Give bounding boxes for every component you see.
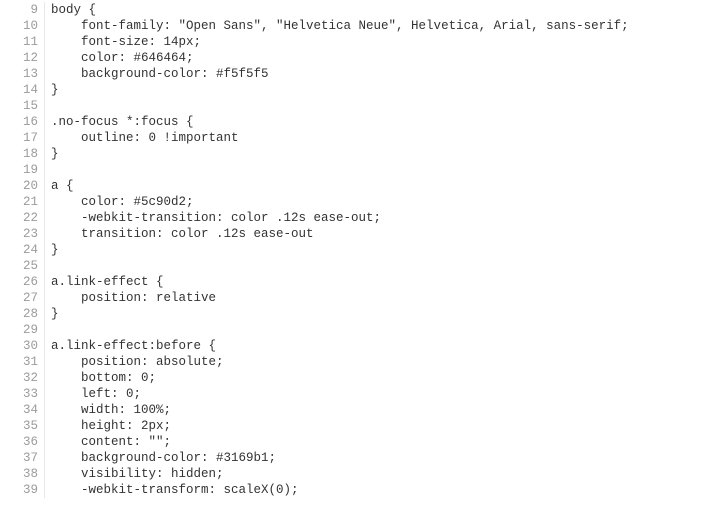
code-text: position: relative — [45, 290, 216, 306]
code-line: 34 width: 100%; — [0, 402, 718, 418]
line-number: 11 — [0, 34, 45, 50]
line-number: 25 — [0, 258, 45, 274]
code-line: 15 — [0, 98, 718, 114]
line-number: 29 — [0, 322, 45, 338]
code-text: visibility: hidden; — [45, 466, 224, 482]
line-number: 17 — [0, 130, 45, 146]
code-line: 39 -webkit-transform: scaleX(0); — [0, 482, 718, 498]
code-line: 24} — [0, 242, 718, 258]
line-number: 30 — [0, 338, 45, 354]
code-text: transition: color .12s ease-out — [45, 226, 314, 242]
line-number: 21 — [0, 194, 45, 210]
code-line: 14} — [0, 82, 718, 98]
code-text: } — [45, 242, 59, 258]
code-line: 16.no-focus *:focus { — [0, 114, 718, 130]
code-line: 33 left: 0; — [0, 386, 718, 402]
code-text: a.link-effect:before { — [45, 338, 216, 354]
code-line: 29 — [0, 322, 718, 338]
code-line: 37 background-color: #3169b1; — [0, 450, 718, 466]
code-text: content: ""; — [45, 434, 171, 450]
line-number: 31 — [0, 354, 45, 370]
code-text: -webkit-transition: color .12s ease-out; — [45, 210, 381, 226]
line-number: 26 — [0, 274, 45, 290]
code-text: a { — [45, 178, 74, 194]
line-number: 18 — [0, 146, 45, 162]
code-text: background-color: #f5f5f5 — [45, 66, 269, 82]
code-editor: 9body {10 font-family: "Open Sans", "Hel… — [0, 0, 718, 498]
code-line: 12 color: #646464; — [0, 50, 718, 66]
code-line: 27 position: relative — [0, 290, 718, 306]
line-number: 39 — [0, 482, 45, 498]
code-text: height: 2px; — [45, 418, 171, 434]
line-number: 33 — [0, 386, 45, 402]
line-number: 24 — [0, 242, 45, 258]
code-text: background-color: #3169b1; — [45, 450, 276, 466]
line-number: 28 — [0, 306, 45, 322]
line-number: 23 — [0, 226, 45, 242]
code-line: 13 background-color: #f5f5f5 — [0, 66, 718, 82]
code-line: 32 bottom: 0; — [0, 370, 718, 386]
line-number: 36 — [0, 434, 45, 450]
code-text: bottom: 0; — [45, 370, 156, 386]
code-line: 21 color: #5c90d2; — [0, 194, 718, 210]
code-line: 35 height: 2px; — [0, 418, 718, 434]
line-number: 34 — [0, 402, 45, 418]
code-line: 28} — [0, 306, 718, 322]
code-line: 17 outline: 0 !important — [0, 130, 718, 146]
code-line: 20a { — [0, 178, 718, 194]
line-number: 19 — [0, 162, 45, 178]
line-number: 35 — [0, 418, 45, 434]
code-line: 26a.link-effect { — [0, 274, 718, 290]
code-text: body { — [45, 2, 96, 18]
code-text: } — [45, 146, 59, 162]
code-line: 11 font-size: 14px; — [0, 34, 718, 50]
line-number: 38 — [0, 466, 45, 482]
line-number: 22 — [0, 210, 45, 226]
code-text: width: 100%; — [45, 402, 171, 418]
line-number: 13 — [0, 66, 45, 82]
code-line: 22 -webkit-transition: color .12s ease-o… — [0, 210, 718, 226]
code-line: 18} — [0, 146, 718, 162]
code-line: 9body { — [0, 2, 718, 18]
code-line: 19 — [0, 162, 718, 178]
line-number: 10 — [0, 18, 45, 34]
code-text: color: #646464; — [45, 50, 194, 66]
code-line: 10 font-family: "Open Sans", "Helvetica … — [0, 18, 718, 34]
line-number: 37 — [0, 450, 45, 466]
code-text: } — [45, 82, 59, 98]
code-text: a.link-effect { — [45, 274, 164, 290]
code-text: left: 0; — [45, 386, 141, 402]
line-number: 27 — [0, 290, 45, 306]
code-line: 38 visibility: hidden; — [0, 466, 718, 482]
line-number: 20 — [0, 178, 45, 194]
code-text: .no-focus *:focus { — [45, 114, 194, 130]
line-number: 15 — [0, 98, 45, 114]
code-text: -webkit-transform: scaleX(0); — [45, 482, 299, 498]
line-number: 32 — [0, 370, 45, 386]
code-text: } — [45, 306, 59, 322]
code-text: font-family: "Open Sans", "Helvetica Neu… — [45, 18, 629, 34]
code-text: font-size: 14px; — [45, 34, 201, 50]
line-number: 12 — [0, 50, 45, 66]
code-text: outline: 0 !important — [45, 130, 239, 146]
code-text: color: #5c90d2; — [45, 194, 194, 210]
code-text: position: absolute; — [45, 354, 224, 370]
code-line: 30a.link-effect:before { — [0, 338, 718, 354]
code-line: 23 transition: color .12s ease-out — [0, 226, 718, 242]
code-line: 31 position: absolute; — [0, 354, 718, 370]
code-line: 25 — [0, 258, 718, 274]
line-number: 9 — [0, 2, 45, 18]
line-number: 14 — [0, 82, 45, 98]
line-number: 16 — [0, 114, 45, 130]
code-line: 36 content: ""; — [0, 434, 718, 450]
